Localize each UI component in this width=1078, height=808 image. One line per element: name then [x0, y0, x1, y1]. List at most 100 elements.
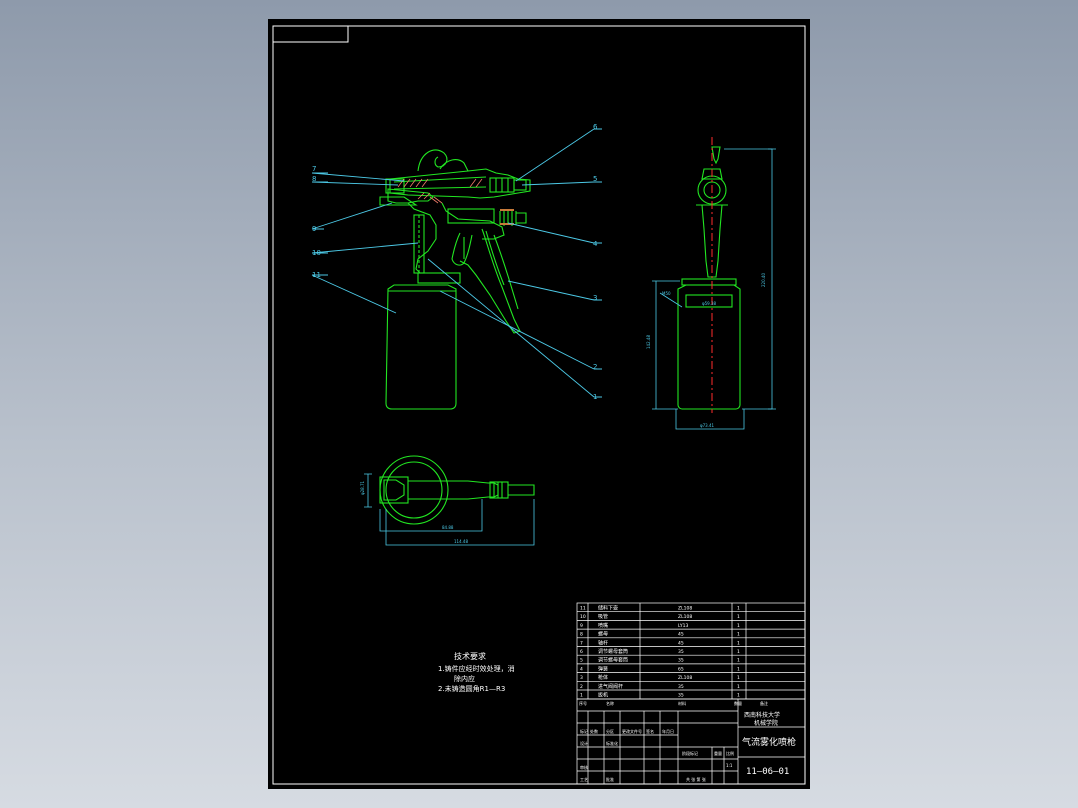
tech-line-1: 1.铸件应经时效处理，消: [438, 664, 515, 673]
label-standard: 标准化: [606, 740, 618, 746]
balloon-1: 1: [593, 393, 597, 401]
bom-row-qty: 1: [737, 693, 740, 699]
leader-lines: [311, 128, 602, 398]
bom-row-name: 螺母: [598, 631, 608, 638]
label-mark: 标记: [580, 728, 588, 734]
bom-row-name: 调节螺母套筒: [598, 657, 628, 664]
bom-header-name: 名称: [606, 700, 614, 706]
balloon-9: 9: [312, 225, 316, 233]
balloon-10: 10: [312, 249, 321, 257]
svg-text:M50: M50: [662, 291, 671, 296]
svg-text:φ59.38: φ59.38: [702, 301, 717, 306]
tech-line-2: 除内应: [454, 674, 475, 683]
svg-text:84.88: 84.88: [442, 525, 454, 530]
svg-text:114.48: 114.48: [454, 539, 468, 544]
top-dim-text: φ28.71 84.88 114.48: [360, 480, 468, 544]
bom-header-material: 材料: [678, 700, 686, 706]
bom-row-material: 35: [678, 684, 684, 690]
svg-text:220.40: 220.40: [761, 273, 766, 287]
bom-row-qty: 1: [737, 658, 740, 664]
label-scale: 比例: [726, 750, 734, 756]
svg-text:φ73.41: φ73.41: [700, 423, 715, 428]
bom-row-qty: 1: [737, 623, 740, 629]
drawing-title: 气流雾化喷枪: [742, 736, 796, 748]
bom-row-name: 扳机: [598, 692, 608, 699]
bom-row-no: 4: [580, 666, 583, 672]
bom-row-name: 调节螺母套筒: [598, 648, 628, 655]
bom-row-material: 35: [678, 649, 684, 655]
bom-row-no: 1: [580, 693, 583, 699]
bom-row-qty: 1: [737, 632, 740, 638]
label-change: 更改文件号: [622, 728, 642, 734]
label-weight: 重量: [714, 750, 722, 756]
bom-row-material: 45: [678, 632, 684, 638]
label-checker: 审核: [580, 764, 588, 770]
label-process: 工艺: [580, 777, 588, 782]
bom-row-qty: 1: [737, 649, 740, 655]
svg-text:142.48: 142.48: [646, 335, 651, 349]
top-view: [379, 455, 535, 525]
bom-row-name: 吸管: [598, 613, 608, 620]
bom-row-name: 轴杆: [598, 639, 608, 646]
bom-row-no: 3: [580, 675, 583, 681]
part-balloons: 6 7 8 5 9 4 10 11 3 2 1: [312, 123, 598, 401]
balloon-7: 7: [312, 165, 316, 173]
bom-row-no: 7: [580, 640, 583, 646]
bom-row-no: 6: [580, 649, 583, 655]
bom-row-material: ZL108: [678, 675, 692, 681]
bom-row-qty: 1: [737, 640, 740, 646]
bom-row-no: 10: [580, 614, 586, 620]
bom-row-no: 9: [580, 623, 583, 629]
cad-drawing: 6 7 8 5 9 4 10 11 3 2 1 220.40 142.48 φ7…: [272, 25, 806, 785]
balloon-8: 8: [312, 175, 316, 183]
school-dept: 机械学院: [754, 719, 778, 727]
tech-line-3: 2.未铸造圆角R1—R3: [438, 684, 505, 693]
bom-header-note: 备注: [760, 700, 768, 706]
side-dim-text: 220.40 142.48 φ73.41 M50 φ59.38: [646, 273, 766, 428]
bom-row-material: 65: [678, 666, 684, 672]
bom-row-material: 35: [678, 693, 684, 699]
bom-header-no: 序号: [579, 700, 587, 706]
school-name: 西南科技大学: [744, 711, 780, 719]
bom-row-material: ZL108: [678, 614, 692, 620]
bom-row-no: 8: [580, 632, 583, 638]
bom-row-name: 进气阀阀杆: [598, 683, 623, 690]
bom-row-name: 弹簧: [598, 665, 608, 672]
bom-row-qty: 1: [737, 614, 740, 620]
balloon-6: 6: [593, 123, 598, 131]
label-sign: 签名: [646, 728, 654, 734]
label-date: 年月日: [662, 728, 674, 734]
label-designer: 设计: [580, 740, 588, 746]
label-stage: 阶段标记: [682, 750, 698, 756]
scale-value: 1:1: [726, 763, 733, 768]
balloon-2: 2: [593, 363, 597, 371]
bom-row-name: 储料下壶: [598, 605, 618, 612]
bom-row-material: 45: [678, 640, 684, 646]
drawing-number: 11—06—01: [746, 767, 789, 777]
side-view: [677, 146, 741, 410]
bom-row-name: 枪体: [598, 674, 608, 681]
tech-requirements: 技术要求 1.铸件应经时效处理，消 除内应 2.未铸造圆角R1—R3: [438, 651, 515, 693]
balloon-5: 5: [593, 175, 597, 183]
inner-border: [272, 25, 806, 785]
sheet-count: 共 张 第 张: [686, 776, 706, 782]
drawing-sheet: 6 7 8 5 9 4 10 11 3 2 1 220.40 142.48 φ7…: [268, 19, 810, 789]
tech-heading: 技术要求: [454, 651, 486, 661]
bom-row-material: ZL108: [678, 606, 692, 612]
bom-row-no: 5: [580, 658, 583, 664]
bom-row-qty: 1: [737, 666, 740, 672]
bom-row-name: 喷嘴: [598, 622, 608, 629]
main-view-spray-gun: [379, 149, 531, 410]
label-zone: 分区: [606, 728, 614, 734]
bom-row-material: LY13: [678, 623, 689, 629]
balloon-4: 4: [593, 240, 598, 248]
bom-row-no: 2: [580, 684, 583, 690]
side-dimensions: [652, 148, 776, 430]
bom-row-material: 35: [678, 658, 684, 664]
balloon-3: 3: [593, 294, 597, 302]
balloon-11: 11: [312, 271, 321, 279]
label-approve: 批准: [606, 776, 614, 782]
bom-row-qty: 1: [737, 684, 740, 690]
bom-row-no: 11: [580, 606, 586, 612]
label-count: 处数: [590, 728, 598, 734]
